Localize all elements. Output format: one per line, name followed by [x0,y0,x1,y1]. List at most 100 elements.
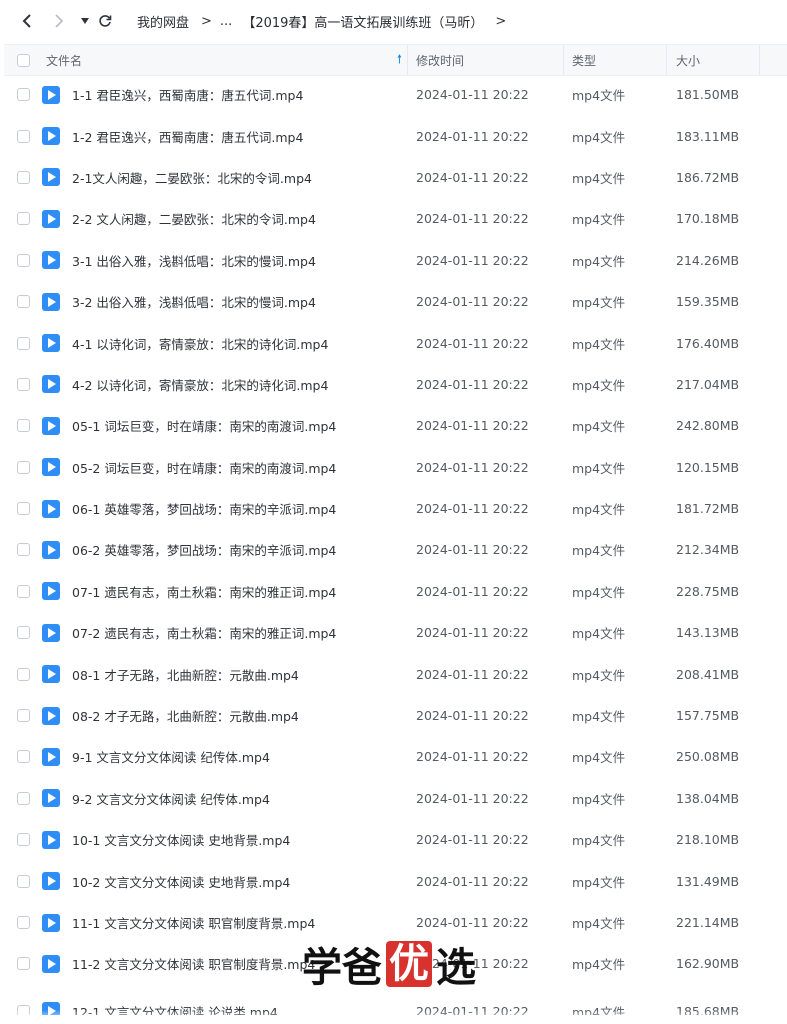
file-name[interactable]: 9-1 文言文分文体阅读 纪传体.mp4 [72,736,270,777]
file-row[interactable]: 11-2 文言文分文体阅读 职官制度背景.mp4 2024-01-11 20:22… [0,943,787,984]
row-checkbox[interactable] [17,874,30,888]
file-type: mp4文件 [572,129,626,145]
history-dropdown-button[interactable] [74,10,96,32]
file-name[interactable]: 08-2 才子无路，北曲新腔：元散曲.mp4 [72,695,299,736]
column-name-label: 文件名 [46,53,83,68]
file-name[interactable]: 07-2 遗民有志，南土秋霜：南宋的雅正词.mp4 [72,612,336,653]
file-name[interactable]: 11-2 文言文分文体阅读 职官制度背景.mp4 [72,943,315,984]
file-name[interactable]: 05-2 词坛巨变，时在靖康：南宋的南渡词.mp4 [72,447,336,488]
row-checkbox[interactable] [17,750,30,764]
file-name[interactable]: 2-1文人闲趣，二晏欧张：北宋的令词.mp4 [72,157,312,198]
row-checkbox[interactable] [17,336,30,350]
row-checkbox[interactable] [17,419,30,433]
file-name[interactable]: 3-2 出俗入雅，浅斟低唱：北宋的慢词.mp4 [72,281,316,322]
file-row[interactable]: 08-2 才子无路，北曲新腔：元散曲.mp4 2024-01-11 20:22 mp… [0,695,787,736]
row-checkbox[interactable] [17,377,30,391]
column-header-type[interactable]: 类型 [572,45,596,75]
column-divider[interactable] [563,45,564,75]
file-name[interactable]: 10-2 文言文分文体阅读 史地背景.mp4 [72,860,290,901]
row-checkbox-cell [17,778,30,819]
row-checkbox[interactable] [17,626,30,640]
row-checkbox-cell [17,281,30,322]
file-name[interactable]: 08-1 才子无路，北曲新腔：元散曲.mp4 [72,653,299,694]
file-name[interactable]: 06-2 英雄零落，梦回战场：南宋的辛派词.mp4 [72,529,336,570]
file-row[interactable]: 3-2 出俗入雅，浅斟低唱：北宋的慢词.mp4 2024-01-11 20:22 m… [0,281,787,322]
file-row[interactable]: 9-2 文言文分文体阅读 纪传体.mp4 2024-01-11 20:22 mp4文… [0,778,787,819]
row-checkbox[interactable] [17,460,30,474]
row-checkbox[interactable] [17,667,30,681]
row-icon-cell [42,860,60,901]
row-checkbox[interactable] [17,584,30,598]
back-button[interactable] [16,10,38,32]
row-checkbox[interactable] [17,88,30,102]
column-size-label: 大小 [676,53,701,68]
row-checkbox[interactable] [17,212,30,226]
file-row[interactable]: 3-1 出俗入雅，浅斟低唱：北宋的慢词.mp4 2024-01-11 20:22 m… [0,240,787,281]
file-row[interactable]: 07-2 遗民有志，南土秋霜：南宋的雅正词.mp4 2024-01-11 20:2… [0,612,787,653]
video-file-icon [42,582,60,601]
row-checkbox[interactable] [17,129,30,143]
refresh-button[interactable] [94,10,116,32]
file-name[interactable]: 4-2 以诗化词，寄情豪放：北宋的诗化词.mp4 [72,364,328,405]
row-checkbox[interactable] [17,170,30,184]
row-checkbox[interactable] [17,916,30,929]
file-name[interactable]: 1-1 君臣逸兴，西蜀南唐：唐五代词.mp4 [72,74,303,115]
file-size: 228.75MB [676,583,740,599]
file-row[interactable]: 06-2 英雄零落，梦回战场：南宋的辛派词.mp4 2024-01-11 20:2… [0,529,787,570]
row-checkbox[interactable] [17,791,30,805]
file-row[interactable]: 05-1 词坛巨变，时在靖康：南宋的南渡词.mp4 2024-01-11 20:2… [0,405,787,446]
file-name[interactable]: 06-1 英雄零落，梦回战场：南宋的辛派词.mp4 [72,488,336,529]
column-header-name[interactable]: 文件名 🠕 [46,45,406,75]
row-icon-cell [42,198,60,239]
row-checkbox[interactable] [17,295,30,309]
file-row[interactable]: 10-1 文言文分文体阅读 史地背景.mp4 2024-01-11 20:22 mp… [0,819,787,860]
file-row[interactable]: 4-2 以诗化词，寄情豪放：北宋的诗化词.mp4 2024-01-11 20:22… [0,364,787,405]
forward-button[interactable] [48,10,70,32]
column-divider[interactable] [407,45,408,75]
file-name[interactable]: 05-1 词坛巨变，时在靖康：南宋的南渡词.mp4 [72,405,336,446]
file-row[interactable]: 11-1 文言文分文体阅读 职官制度背景.mp4 2024-01-11 20:22… [0,902,787,943]
file-row[interactable]: 2-2 文人闲趣，二晏欧张：北宋的令词.mp4 2024-01-11 20:22 m… [0,198,787,239]
row-checkbox[interactable] [17,833,30,847]
file-name[interactable]: 4-1 以诗化词，寄情豪放：北宋的诗化词.mp4 [72,322,328,363]
file-size: 131.49MB [676,873,740,889]
file-row[interactable]: 08-1 才子无路，北曲新腔：元散曲.mp4 2024-01-11 20:22 mp… [0,653,787,694]
file-name[interactable]: 07-1 遗民有志，南土秋霜：南宋的雅正词.mp4 [72,571,336,612]
file-row[interactable]: 10-2 文言文分文体阅读 史地背景.mp4 2024-01-11 20:22 mp… [0,860,787,901]
row-checkbox[interactable] [17,543,30,557]
file-size: 162.90MB [676,956,740,972]
file-size: 170.18MB [676,211,740,227]
file-row[interactable]: 4-1 以诗化词，寄情豪放：北宋的诗化词.mp4 2024-01-11 20:22… [0,322,787,363]
file-row[interactable]: 07-1 遗民有志，南土秋霜：南宋的雅正词.mp4 2024-01-11 20:2… [0,571,787,612]
row-checkbox[interactable] [17,957,30,971]
breadcrumb-ellipsis[interactable]: ... [220,14,232,29]
file-row[interactable]: 1-1 君臣逸兴，西蜀南唐：唐五代词.mp4 2024-01-11 20:22 mp… [0,74,787,115]
row-checkbox[interactable] [17,253,30,267]
file-type: mp4文件 [572,750,626,766]
row-checkbox-cell [17,695,30,736]
column-header-size[interactable]: 大小 [676,45,700,75]
column-header-modified[interactable]: 修改时间 [416,45,464,75]
row-icon-cell [42,529,60,570]
file-name[interactable]: 9-2 文言文分文体阅读 纪传体.mp4 [72,778,270,819]
breadcrumb-current-folder[interactable]: 【2019春】高一语文拓展训练班（马昕） [242,12,483,31]
file-row[interactable]: 2-1文人闲趣，二晏欧张：北宋的令词.mp4 2024-01-11 20:22 mp… [0,157,787,198]
file-row[interactable]: 06-1 英雄零落，梦回战场：南宋的辛派词.mp4 2024-01-11 20:2… [0,488,787,529]
breadcrumb-root[interactable]: 我的网盘 [137,12,189,31]
arrow-up-icon[interactable]: 🠕 [397,50,402,71]
column-divider[interactable] [759,45,760,75]
file-name[interactable]: 11-1 文言文分文体阅读 职官制度背景.mp4 [72,902,315,943]
select-all-checkbox[interactable] [17,53,30,67]
file-name[interactable]: 3-1 出俗入雅，浅斟低唱：北宋的慢词.mp4 [72,240,316,281]
file-name[interactable]: 1-2 君臣逸兴，西蜀南唐：唐五代词.mp4 [72,115,303,156]
column-divider[interactable] [666,45,667,75]
file-name[interactable]: 10-1 文言文分文体阅读 史地背景.mp4 [72,819,290,860]
row-checkbox[interactable] [17,709,30,723]
file-row[interactable]: 05-2 词坛巨变，时在靖康：南宋的南渡词.mp4 2024-01-11 20:2… [0,447,787,488]
row-checkbox-cell [17,612,30,653]
chevron-right-icon [55,14,64,28]
file-row[interactable]: 1-2 君臣逸兴，西蜀南唐：唐五代词.mp4 2024-01-11 20:22 mp… [0,115,787,156]
file-row[interactable]: 9-1 文言文分文体阅读 纪传体.mp4 2024-01-11 20:22 mp4文… [0,736,787,777]
row-checkbox[interactable] [17,502,30,516]
file-name[interactable]: 2-2 文人闲趣，二晏欧张：北宋的令词.mp4 [72,198,316,239]
